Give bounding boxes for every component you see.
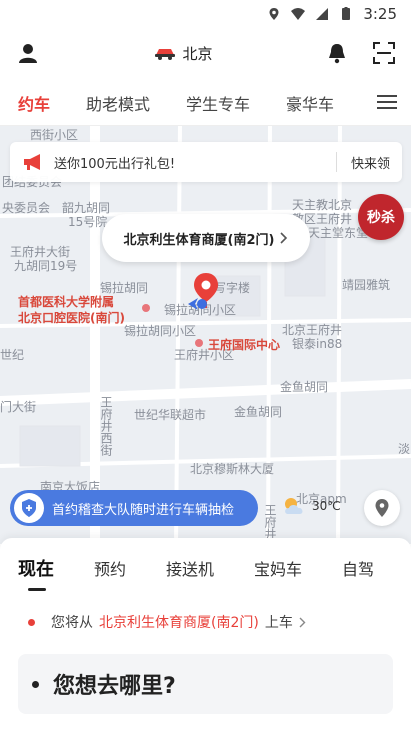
map-label: 淡	[398, 442, 411, 456]
signal-icon	[316, 8, 329, 20]
destination-dot	[32, 680, 39, 688]
map-label: 门大街	[0, 400, 37, 414]
tab-elder-mode[interactable]: 助老模式	[68, 91, 168, 115]
chevron-right-icon	[299, 617, 306, 627]
pickup-dot	[28, 618, 35, 626]
promo-divider	[335, 152, 337, 172]
ride-mode-tabs: 现在 预约 接送机 宝妈车 自驾	[0, 538, 411, 598]
top-header: 北京	[0, 28, 411, 78]
map-label: 北京穆斯林大厦	[190, 462, 275, 476]
megaphone-icon	[24, 154, 40, 170]
map-label: 西街小区	[30, 128, 79, 142]
map-label: 世纪华联超市	[134, 408, 207, 422]
car-icon	[155, 49, 176, 60]
pickup-row[interactable]: 您将从 北京利生体育商厦(南2门) 上车	[28, 612, 306, 632]
ride-sheet: 现在 预约 接送机 宝妈车 自驾 您将从 北京利生体育商厦(南2门) 上车 您想…	[0, 538, 411, 730]
wifi-icon	[291, 8, 306, 20]
tab-self-drive[interactable]: 自驾	[342, 556, 374, 580]
weather-temp: 30℃	[312, 499, 341, 513]
map-label: 15号院	[68, 215, 108, 229]
pickup-prefix: 您将从	[51, 615, 93, 631]
status-time: 3:25	[363, 5, 397, 23]
tab-luxury-car[interactable]: 豪华车	[268, 91, 352, 115]
weather-widget: 30℃	[282, 496, 341, 516]
destination-placeholder: 您想去哪里?	[53, 674, 176, 699]
battery-icon	[342, 7, 351, 20]
map-view[interactable]: 西街小区 团结委员会 央委员会 韶九胡同 15号院 天主教北京 教区王府井 天主…	[0, 126, 411, 544]
map-label: 银泰in88	[292, 337, 343, 351]
pickup-suffix: 上车	[264, 615, 293, 631]
city-selector[interactable]: 北京	[154, 43, 213, 64]
map-label: 北京口腔医院(南门)	[18, 311, 125, 325]
tab-airport[interactable]: 接送机	[166, 556, 214, 580]
destination-input[interactable]: 您想去哪里?	[18, 654, 393, 714]
promo-banner[interactable]: 送你100元出行礼包! 快来领	[10, 142, 402, 182]
scan-icon[interactable]	[372, 42, 395, 64]
map-label: 九胡同19号	[14, 259, 78, 273]
promo-text: 送你100元出行礼包!	[54, 156, 176, 172]
user-location-icon	[188, 298, 207, 310]
tab-reserve[interactable]: 预约	[94, 556, 126, 580]
tab-student-car[interactable]: 学生专车	[168, 91, 268, 115]
map-label: 世纪	[0, 348, 25, 362]
map-label: 王府井西街	[99, 396, 113, 456]
profile-icon[interactable]	[16, 41, 40, 65]
tab-ride[interactable]: 约车	[0, 91, 68, 115]
poi-dot	[142, 304, 150, 312]
location-icon	[269, 8, 279, 20]
locate-pin-icon	[375, 499, 389, 517]
menu-icon[interactable]	[377, 94, 397, 110]
map-label: 金鱼胡同	[280, 380, 329, 394]
map-label: 王府国际中心	[208, 338, 281, 352]
shield-plus-icon	[22, 499, 36, 517]
pickup-place: 北京利生体育商厦(南2门)	[99, 615, 259, 631]
map-label: 央委员会	[2, 201, 51, 215]
chevron-right-icon	[280, 232, 288, 244]
tab-mom-car[interactable]: 宝妈车	[254, 556, 302, 580]
inspection-notice[interactable]: 首约稽查大队随时进行车辆抽检	[10, 490, 258, 526]
map-label: 首都医科大学附属	[18, 295, 115, 309]
notice-text: 首约稽查大队随时进行车辆抽检	[52, 502, 235, 518]
poi-dot	[195, 339, 203, 347]
status-bar: 3:25	[0, 0, 411, 28]
map-label: 王府井	[263, 504, 277, 540]
city-name: 北京	[182, 44, 213, 63]
tab-now[interactable]: 现在	[18, 555, 54, 591]
locate-button[interactable]	[364, 490, 400, 526]
service-tabs: 约车 助老模式 学生专车 豪华车	[0, 80, 411, 126]
partly-cloudy-icon	[285, 498, 303, 514]
shield-badge	[14, 493, 44, 523]
map-label: 天主堂东堂	[308, 226, 369, 240]
bell-icon[interactable]	[327, 42, 347, 64]
pickup-bubble[interactable]: 北京利生体育商厦(南2门)	[102, 214, 310, 262]
map-label: 金鱼胡同	[234, 405, 283, 419]
map-label: 锡拉胡同小区	[124, 324, 197, 338]
seckill-button[interactable]: 秒杀	[358, 194, 404, 240]
pickup-bubble-label: 北京利生体育商厦(南2门)	[123, 232, 275, 248]
promo-claim-link[interactable]: 快来领	[351, 153, 390, 172]
map-label: 靖园雅筑	[342, 278, 391, 292]
